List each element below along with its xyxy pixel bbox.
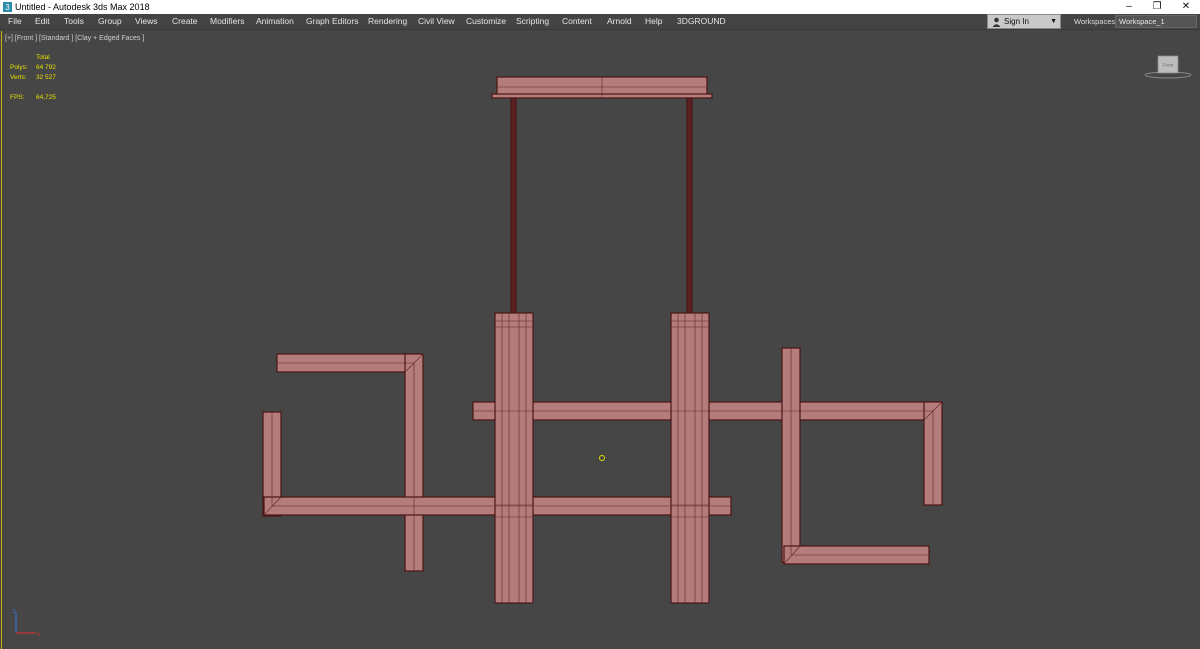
menu-rendering[interactable]: Rendering: [368, 15, 407, 28]
mesh-edges: [263, 77, 943, 603]
menu-modifiers[interactable]: Modifiers: [210, 15, 244, 28]
menu-content[interactable]: Content: [562, 15, 592, 28]
menu-scripting[interactable]: Scripting: [516, 15, 549, 28]
menu-edit[interactable]: Edit: [35, 15, 50, 28]
workspaces-label: Workspaces:: [1074, 17, 1118, 26]
menu-create[interactable]: Create: [172, 15, 198, 28]
user-icon: [992, 17, 1001, 27]
menu-file[interactable]: File: [8, 15, 22, 28]
suspension-rod-left[interactable]: [510, 97, 517, 317]
menu-civil-view[interactable]: Civil View: [418, 15, 455, 28]
axis-gizmo: z x: [13, 609, 40, 638]
front-viewport[interactable]: [+] [Front ] [Standard ] [Clay + Edged F…: [1, 31, 1200, 649]
suspension-rod-right[interactable]: [686, 97, 693, 317]
menu-graph-editors[interactable]: Graph Editors: [306, 15, 358, 28]
menu-help[interactable]: Help: [645, 15, 662, 28]
chevron-down-icon: ▼: [1050, 18, 1057, 25]
pivot-marker: [599, 455, 605, 461]
close-button[interactable]: ✕: [1174, 0, 1198, 14]
restore-button[interactable]: ❐: [1145, 0, 1169, 14]
sign-in-dropdown[interactable]: Sign In ▼: [987, 14, 1061, 29]
app-icon: 3: [3, 2, 12, 12]
menu-animation[interactable]: Animation: [256, 15, 294, 28]
menu-customize[interactable]: Customize: [466, 15, 506, 28]
menu-tools[interactable]: Tools: [64, 15, 84, 28]
sign-in-label: Sign In: [1004, 17, 1029, 26]
window-title: Untitled - Autodesk 3ds Max 2018: [15, 2, 150, 12]
column-right[interactable]: [670, 312, 710, 604]
workspace-select[interactable]: Workspace_1: [1115, 15, 1197, 28]
menu-views[interactable]: Views: [135, 15, 158, 28]
menu-group[interactable]: Group: [98, 15, 122, 28]
svg-text:z: z: [13, 609, 16, 615]
svg-text:x: x: [37, 632, 40, 638]
menu-3dground[interactable]: 3DGROUND: [677, 15, 726, 28]
svg-text:3: 3: [5, 3, 10, 12]
minimize-button[interactable]: –: [1117, 0, 1141, 14]
chandelier-model[interactable]: [2, 31, 1200, 649]
column-left[interactable]: [494, 312, 534, 604]
title-bar: 3 Untitled - Autodesk 3ds Max 2018 – ❐ ✕: [0, 0, 1200, 14]
menu-arnold[interactable]: Arnold: [607, 15, 632, 28]
